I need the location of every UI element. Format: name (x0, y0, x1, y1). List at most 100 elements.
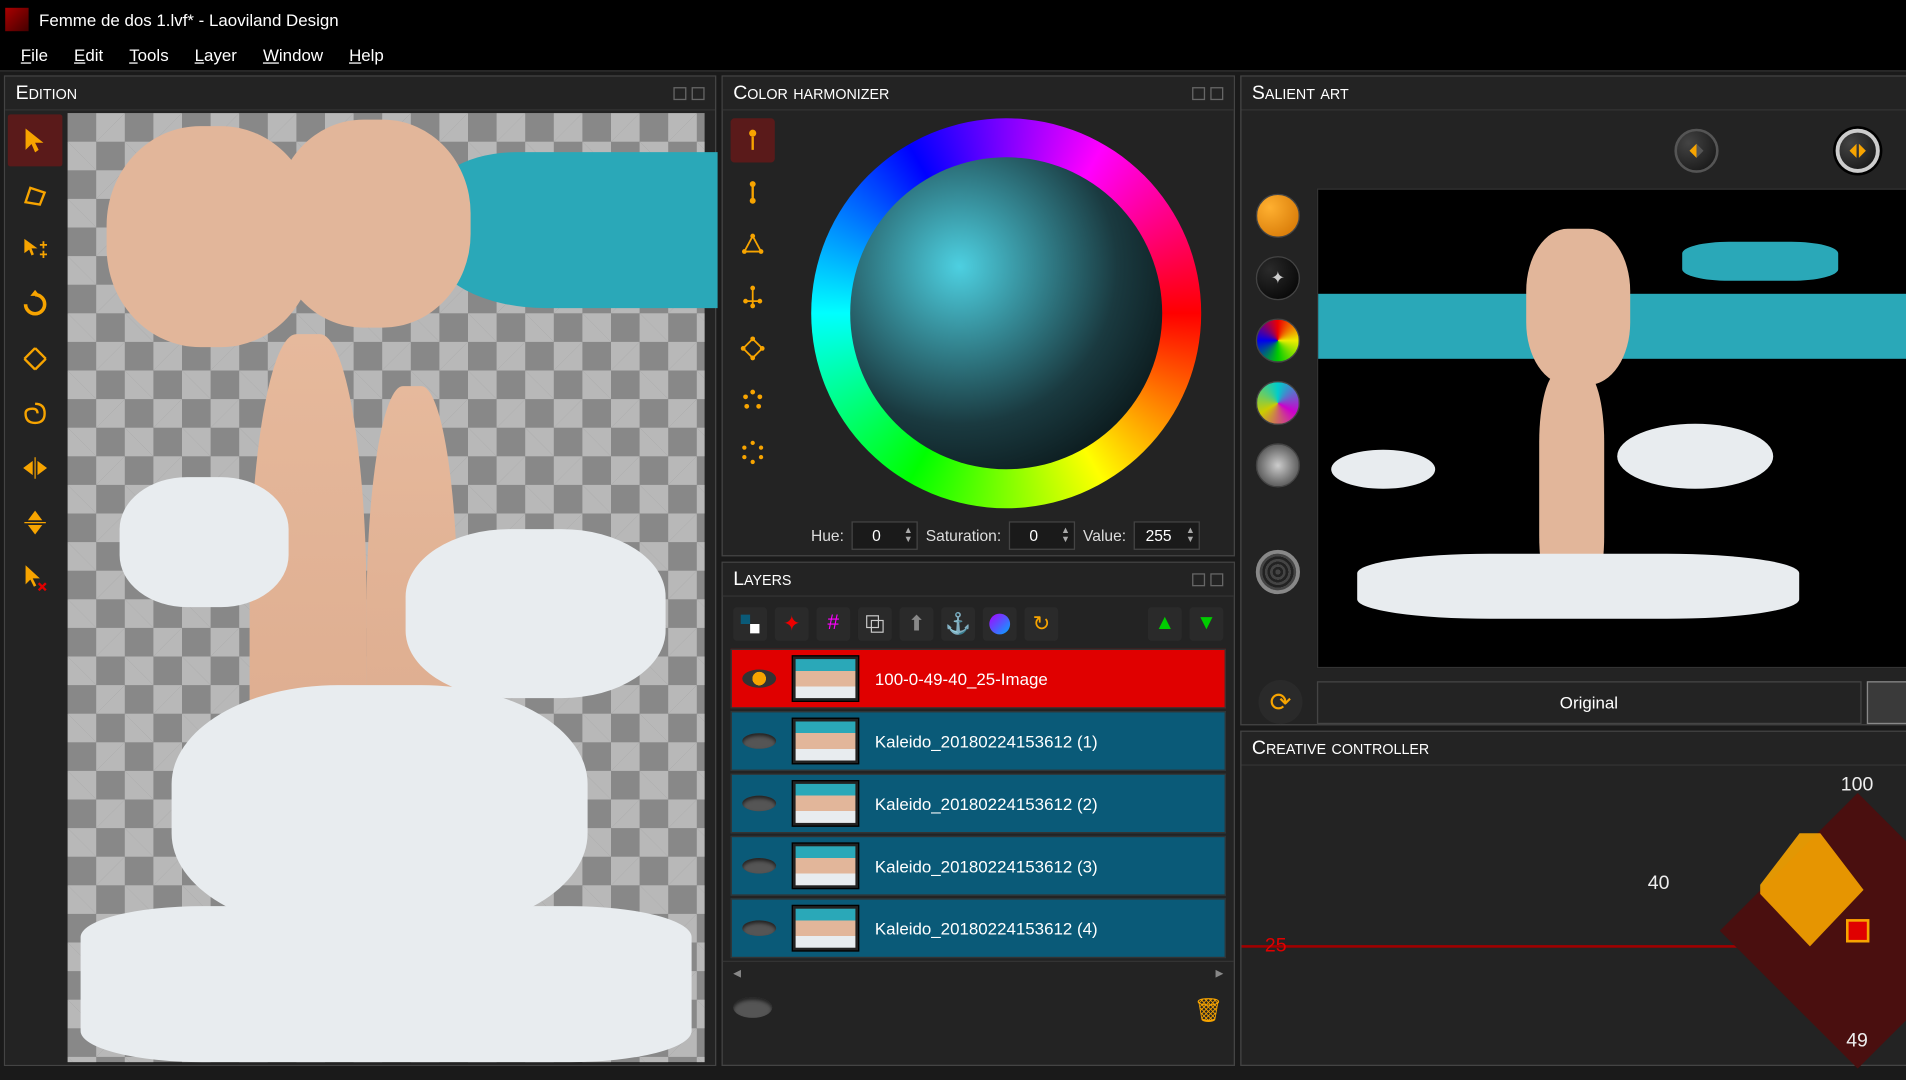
salient-mode-1[interactable] (1674, 129, 1718, 173)
edition-title: Edition (16, 82, 77, 104)
layer-delete[interactable]: 🗑 (1194, 997, 1224, 1024)
layer-toggle[interactable] (733, 997, 772, 1018)
harmony-mono[interactable] (731, 118, 775, 162)
layer-list: 100-0-49-40_25-Image Kaleido_20180224153… (723, 649, 1234, 961)
val-input[interactable]: ▲▼ (1134, 521, 1200, 550)
swirl-tool[interactable] (8, 387, 63, 439)
edition-header: Edition (5, 77, 715, 111)
tab-transformation[interactable]: Transformation (1866, 681, 1906, 724)
salient-rgb[interactable] (1256, 319, 1300, 363)
menu-window[interactable]: Window (250, 41, 336, 68)
layer-row[interactable]: Kaleido_20180224153612 (4) (731, 898, 1226, 958)
layer-visibility[interactable] (732, 920, 787, 936)
scale-tool[interactable] (8, 333, 63, 385)
menubar: File Edit Tools Layer Window Help (0, 39, 1906, 72)
layer-name: 100-0-49-40_25-Image (864, 669, 1224, 689)
layer-visibility[interactable] (732, 733, 787, 749)
layer-row[interactable]: Kaleido_20180224153612 (1) (731, 711, 1226, 771)
layer-name: Kaleido_20180224153612 (3) (864, 856, 1224, 876)
layer-merge[interactable]: ⬆ (900, 607, 934, 641)
cc-redline-label: 25 (1265, 935, 1287, 957)
layer-name: Kaleido_20180224153612 (4) (864, 918, 1224, 938)
salient-refresh[interactable]: ⟳ (1258, 680, 1302, 724)
salient-star[interactable]: ✦ (1256, 256, 1300, 300)
polygon-tool[interactable] (8, 169, 63, 221)
layer-row[interactable]: Kaleido_20180224153612 (3) (731, 836, 1226, 896)
salient-mode-2[interactable] (1835, 129, 1879, 173)
titlebar: Femme de dos 1.lvf* - Laoviland Design (0, 0, 1906, 39)
menu-file[interactable]: File (8, 41, 61, 68)
layer-visibility[interactable] (732, 858, 787, 874)
edition-toolbar (5, 110, 65, 1064)
sat-input[interactable]: ▲▼ (1009, 521, 1075, 550)
panel-close-icon[interactable] (692, 86, 705, 99)
salient-grey[interactable] (1256, 443, 1300, 487)
layer-thumb (792, 718, 860, 765)
menu-layer[interactable]: Layer (182, 41, 250, 68)
layer-row[interactable]: 100-0-49-40_25-Image (731, 649, 1226, 709)
layer-down[interactable]: ▼ (1190, 607, 1224, 641)
val-label: Value: (1083, 527, 1126, 545)
harmonizer-title: Color harmonizer (733, 82, 889, 104)
cc-bottom: 49 (1846, 1030, 1868, 1052)
panel-min-icon[interactable] (673, 86, 686, 99)
sat-label: Saturation: (926, 527, 1001, 545)
harmony-analogous[interactable] (731, 378, 775, 422)
salient-cmy[interactable] (1256, 381, 1300, 425)
salient-mask[interactable] (1256, 550, 1300, 594)
layer-fx[interactable]: ✦ (775, 607, 809, 641)
menu-help[interactable]: Help (336, 41, 397, 68)
menu-tools[interactable]: Tools (116, 41, 181, 68)
scroll-left[interactable]: ◄ (731, 967, 744, 981)
edition-canvas[interactable] (65, 110, 715, 1064)
deselect-tool[interactable] (8, 551, 63, 603)
layer-visibility[interactable] (732, 796, 787, 812)
select-tool[interactable] (8, 114, 63, 166)
layer-thumb (792, 905, 860, 952)
creative-body[interactable]: 25 100 0 49 40 (1242, 766, 1906, 1065)
salient-color[interactable] (1256, 194, 1300, 238)
panel-min-icon[interactable] (1192, 573, 1205, 586)
panel-close-icon[interactable] (1210, 86, 1223, 99)
move-tool[interactable] (8, 224, 63, 276)
layer-visibility[interactable] (732, 670, 787, 688)
layer-duplicate[interactable] (858, 607, 892, 641)
salient-title: Salient art (1252, 82, 1349, 104)
harmony-triad[interactable] (731, 222, 775, 266)
cc-left: 40 (1648, 872, 1670, 894)
window-title: Femme de dos 1.lvf* - Laoviland Design (39, 10, 1906, 29)
harmony-split[interactable] (731, 274, 775, 318)
layer-mode[interactable]: # (816, 607, 850, 641)
flip-v-tool[interactable] (8, 497, 63, 549)
edition-panel: Edition (4, 75, 716, 1066)
creative-diamond[interactable] (1760, 833, 1906, 1028)
harmony-square[interactable] (731, 326, 775, 370)
layer-name: Kaleido_20180224153612 (2) (864, 794, 1224, 814)
layer-up[interactable]: ▲ (1148, 607, 1182, 641)
panel-min-icon[interactable] (1192, 86, 1205, 99)
tab-original[interactable]: Original (1317, 681, 1861, 724)
layer-gradient[interactable] (983, 607, 1017, 641)
scroll-right[interactable]: ► (1213, 967, 1226, 981)
layer-reset[interactable]: ↻ (1024, 607, 1058, 641)
panel-close-icon[interactable] (1210, 573, 1223, 586)
layers-panel: Layers ✦ # ⬆ ⚓ ↻ ▲ ▼ 100-0- (722, 562, 1236, 1066)
layer-thumb (792, 655, 860, 702)
hue-label: Hue: (811, 527, 844, 545)
layer-name: Kaleido_20180224153612 (1) (864, 731, 1224, 751)
salient-preview[interactable] (1317, 189, 1906, 669)
menu-edit[interactable]: Edit (61, 41, 116, 68)
harmony-complementary[interactable] (731, 170, 775, 214)
layer-thumb (792, 780, 860, 827)
flip-h-tool[interactable] (8, 442, 63, 494)
cc-top: 100 (1841, 774, 1874, 796)
layers-title: Layers (733, 568, 791, 590)
hue-input[interactable]: ▲▼ (852, 521, 918, 550)
layer-new[interactable] (733, 607, 767, 641)
creative-panel: Creative controller 25 100 0 49 40 (1240, 731, 1906, 1066)
layer-row[interactable]: Kaleido_20180224153612 (2) (731, 774, 1226, 834)
color-wheel[interactable] (811, 118, 1201, 508)
layer-anchor[interactable]: ⚓ (941, 607, 975, 641)
harmony-hexad[interactable] (731, 430, 775, 474)
rotate-tool[interactable] (8, 278, 63, 330)
